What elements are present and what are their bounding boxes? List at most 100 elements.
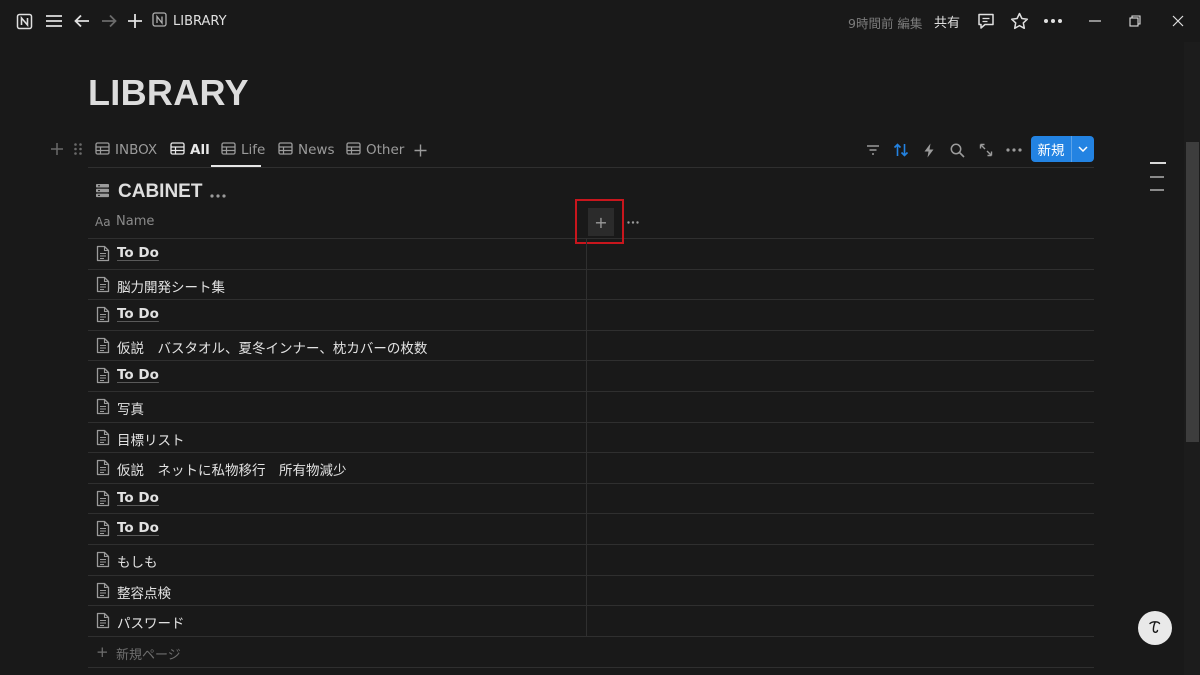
breadcrumb-label: LIBRARY [173, 13, 227, 29]
table-row[interactable]: 仮説 バスタオル、夏冬インナー、枕カバーの枚数 [88, 331, 1094, 362]
row-title[interactable]: To Do [117, 367, 159, 383]
help-button[interactable] [1138, 611, 1172, 645]
column-divider [586, 239, 587, 636]
automation-icon[interactable] [919, 140, 939, 160]
table-row[interactable]: 整容点検 [88, 576, 1094, 607]
tab-label: All [190, 142, 210, 158]
table-view-icon [170, 141, 185, 159]
views-divider [88, 167, 1094, 168]
database-views-row: INBOX All Life News Other [48, 134, 1098, 167]
more-icon[interactable] [624, 214, 642, 230]
page-icon [96, 459, 112, 476]
tab-other[interactable]: Other [346, 134, 404, 166]
star-icon[interactable] [1007, 9, 1031, 33]
plus-icon[interactable] [123, 9, 147, 33]
row-title[interactable]: To Do [117, 520, 159, 536]
tab-life[interactable]: Life [221, 134, 265, 166]
page-icon [96, 582, 112, 599]
row-title[interactable]: 写真 [117, 398, 144, 418]
table-row[interactable]: To Do [88, 239, 1094, 270]
table-row[interactable]: To Do [88, 514, 1094, 545]
add-view-icon[interactable] [411, 141, 429, 159]
page-icon [96, 245, 112, 262]
tab-label: News [298, 142, 335, 158]
table-row[interactable]: To Do [88, 361, 1094, 392]
new-page-label: 新規ページ [116, 648, 181, 663]
notion-app-window: LIBRARY 9時間前 編集 共有 LIBRARY INBOX All Lif… [0, 0, 1200, 675]
highlight-box [575, 199, 624, 244]
page-icon [96, 429, 112, 446]
table-row[interactable]: 目標リスト [88, 423, 1094, 454]
table-view-icon [278, 141, 293, 159]
table-of-contents-icon[interactable] [1150, 162, 1166, 192]
new-page-row[interactable]: + 新規ページ [88, 637, 1094, 668]
tab-inbox[interactable]: INBOX [95, 134, 157, 166]
restore-icon[interactable] [1123, 9, 1147, 33]
row-title[interactable]: 目標リスト [117, 429, 185, 449]
new-button-label: 新規 [1037, 143, 1065, 159]
close-icon[interactable] [1166, 9, 1190, 33]
more-icon[interactable] [1041, 9, 1065, 33]
row-title[interactable]: To Do [117, 245, 159, 261]
forward-arrow-icon[interactable] [97, 9, 121, 33]
comment-icon[interactable] [974, 9, 998, 33]
filter-icon[interactable] [863, 140, 883, 160]
row-title[interactable]: 仮説 バスタオル、夏冬インナー、枕カバーの枚数 [117, 337, 427, 357]
page-icon [96, 398, 112, 415]
page-icon [96, 490, 112, 507]
table-row[interactable]: 写真 [88, 392, 1094, 423]
column-header-name[interactable]: Name [116, 214, 154, 229]
expand-icon[interactable] [976, 140, 996, 160]
page-icon [152, 11, 167, 31]
text-property-icon: Aa [95, 215, 111, 229]
drag-handle-icon[interactable] [69, 140, 87, 158]
back-arrow-icon[interactable] [70, 9, 94, 33]
row-title[interactable]: もしも [117, 551, 158, 571]
table-body: To Do 脳力開発シート集 To Do 仮説 バスタオル、夏冬インナー、枕カバーの枚… [88, 239, 1094, 637]
sort-icon[interactable] [891, 140, 911, 160]
database-title-label: CABINET [118, 181, 203, 202]
table-row[interactable]: 脳力開発シート集 [88, 270, 1094, 301]
table-row[interactable]: パスワード [88, 606, 1094, 637]
notion-logo-icon[interactable] [12, 9, 36, 33]
search-icon[interactable] [947, 140, 967, 160]
add-block-icon[interactable] [48, 140, 66, 158]
scrollbar-thumb[interactable] [1186, 142, 1199, 442]
breadcrumb[interactable]: LIBRARY [152, 11, 227, 31]
row-title[interactable]: 脳力開発シート集 [117, 276, 225, 296]
table-view-icon [95, 141, 110, 159]
menu-icon[interactable] [42, 9, 66, 33]
tab-all[interactable]: All [170, 134, 210, 166]
more-icon[interactable] [1004, 140, 1024, 160]
share-button[interactable]: 共有 [934, 12, 960, 31]
plus-icon: + [96, 643, 109, 661]
help-icon [1149, 621, 1161, 633]
page-icon [96, 367, 112, 384]
row-title[interactable]: 整容点検 [117, 582, 171, 602]
row-title[interactable]: To Do [117, 306, 159, 322]
row-title[interactable]: To Do [117, 490, 159, 506]
last-edited-text: 9時間前 編集 [848, 16, 923, 31]
row-title[interactable]: パスワード [117, 612, 185, 632]
table-row[interactable]: To Do [88, 484, 1094, 515]
table-row[interactable]: To Do [88, 300, 1094, 331]
row-title[interactable]: 仮説 ネットに私物移行 所有物減少 [117, 459, 347, 479]
new-button[interactable]: 新規 [1031, 136, 1094, 162]
page-icon [96, 276, 112, 293]
tab-news[interactable]: News [278, 134, 334, 166]
page-title[interactable]: LIBRARY [88, 72, 249, 114]
page-icon [96, 337, 112, 354]
more-icon[interactable] [210, 183, 227, 202]
database-icon [95, 183, 110, 202]
table-row[interactable]: もしも [88, 545, 1094, 576]
minimize-icon[interactable] [1083, 9, 1107, 33]
tab-label: Life [241, 142, 266, 158]
database-title[interactable]: CABINET [95, 179, 227, 205]
page-icon [96, 612, 112, 629]
table-row[interactable]: 仮説 ネットに私物移行 所有物減少 [88, 453, 1094, 484]
chevron-down-icon[interactable] [1072, 136, 1094, 162]
page-icon [96, 520, 112, 537]
page-icon [96, 306, 112, 323]
tab-label: INBOX [115, 142, 158, 158]
table-view-icon [221, 141, 236, 159]
